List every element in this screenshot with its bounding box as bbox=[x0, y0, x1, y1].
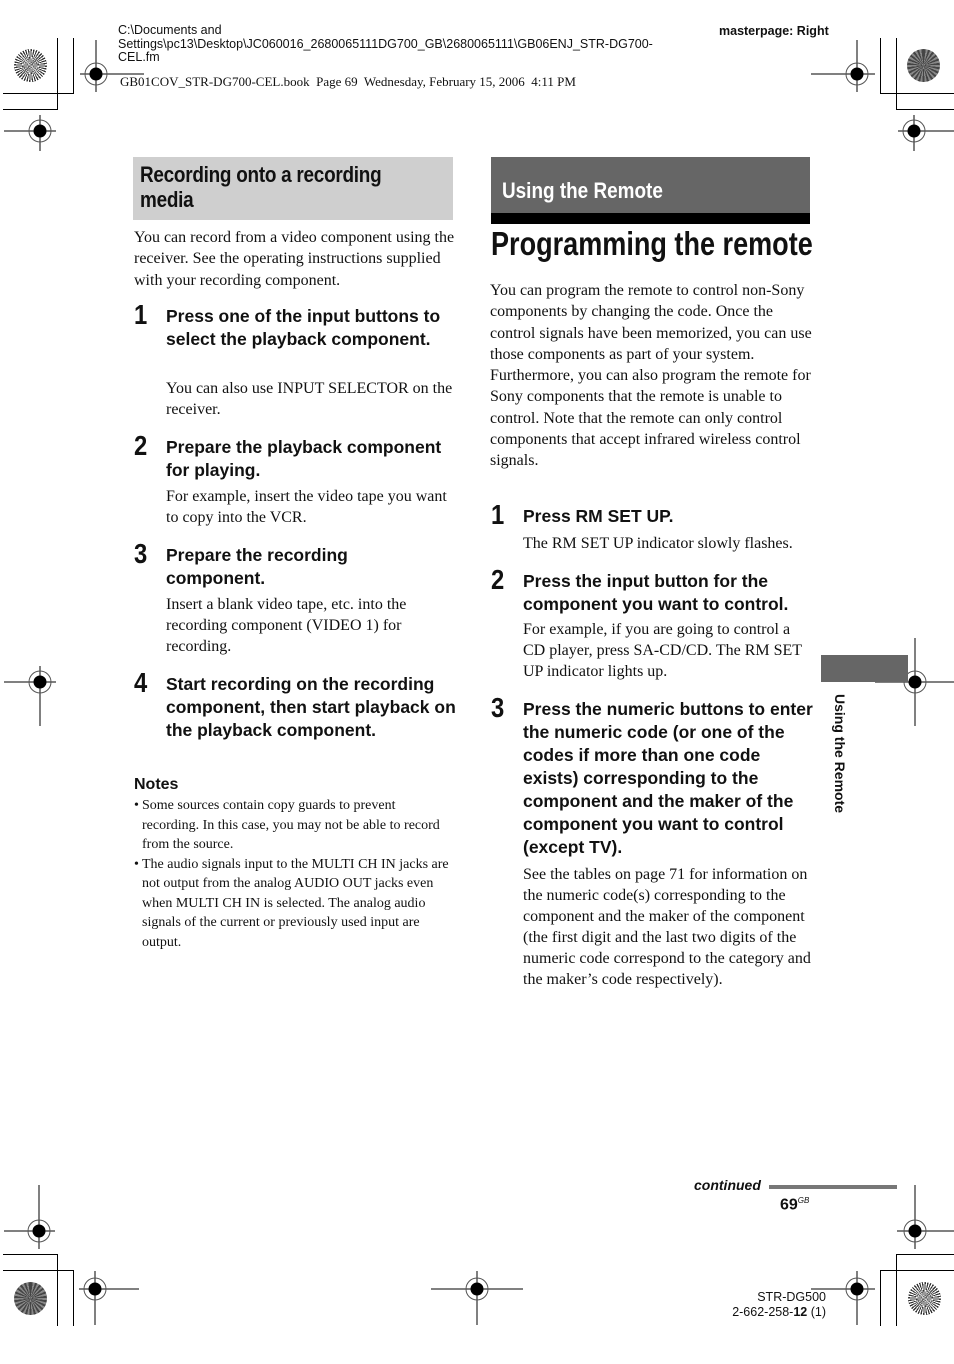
step-number: 3 bbox=[134, 538, 148, 569]
step-description: The RM SET UP indicator slowly flashes. bbox=[523, 535, 793, 552]
note-text: The audio signals input to the MULTI CH … bbox=[142, 856, 449, 950]
continued-bar bbox=[769, 1185, 897, 1189]
intro-paragraph: You can program the remote to control no… bbox=[490, 280, 812, 472]
step-number: 2 bbox=[491, 564, 505, 595]
step-description: For example, if you are going to control… bbox=[523, 621, 802, 680]
note-item: • Some sources contain copy guards to pr… bbox=[134, 796, 456, 855]
registration-mark-icon bbox=[897, 1185, 954, 1249]
chapter-tab-label: Using the Remote bbox=[832, 694, 848, 814]
step-title: Press the numeric buttons to enter the n… bbox=[523, 699, 813, 857]
notes-section: Notes • Some sources contain copy guards… bbox=[134, 776, 456, 952]
section-heading-recording: Recording onto a recording media bbox=[133, 157, 453, 220]
bullet-icon: • bbox=[134, 798, 139, 813]
registration-mark-icon bbox=[875, 638, 954, 726]
registration-mark-icon bbox=[80, 40, 144, 92]
bullet-icon: • bbox=[134, 856, 139, 872]
registration-mark-icon bbox=[811, 40, 875, 92]
step-number: 1 bbox=[134, 299, 148, 330]
step-description: Insert a blank video tape, etc. into the… bbox=[166, 596, 407, 655]
document-code: 2-662-258-12 (1) bbox=[732, 1305, 826, 1319]
step-title: Press the input button for the component… bbox=[523, 571, 789, 614]
registration-mark-icon bbox=[4, 1185, 55, 1249]
step-description: You can also use INPUT SELECTOR on the r… bbox=[166, 380, 453, 418]
model-info: STR-DG500 2-662-258-12 (1) bbox=[700, 1290, 826, 1320]
page-title: Programming the remote bbox=[491, 225, 813, 262]
step-title: Prepare the recording component. bbox=[166, 545, 348, 588]
registration-mark-icon bbox=[898, 115, 954, 151]
continued-label: continued bbox=[694, 1177, 761, 1193]
chapter-tab bbox=[821, 655, 908, 682]
intro-paragraph-2: Furthermore, you can also program the re… bbox=[490, 367, 811, 470]
intro-paragraph-1: You can program the remote to control no… bbox=[490, 282, 812, 363]
registration-mark-icon bbox=[431, 1271, 523, 1325]
page-number: 69GB bbox=[780, 1196, 810, 1214]
section-heading-using-remote: Using the Remote bbox=[491, 157, 810, 213]
step-number: 4 bbox=[134, 667, 148, 698]
registration-mark-icon bbox=[79, 1271, 139, 1325]
step-number: 3 bbox=[491, 692, 505, 723]
step-title: Press RM SET UP. bbox=[523, 506, 674, 526]
registration-mark-icon bbox=[4, 666, 56, 726]
step-number: 2 bbox=[134, 430, 148, 461]
step-number: 1 bbox=[491, 499, 505, 530]
step-title: Prepare the playback component for playi… bbox=[166, 437, 442, 480]
page-suffix: GB bbox=[797, 1196, 810, 1205]
section-heading-line: media bbox=[140, 187, 194, 212]
step-title: Start recording on the recording compone… bbox=[166, 674, 456, 740]
section-heading-line: Recording onto a recording bbox=[140, 162, 382, 187]
intro-paragraph: You can record from a video component us… bbox=[134, 229, 455, 289]
registration-mark-icon bbox=[4, 115, 56, 151]
step-description: See the tables on page 71 for informatio… bbox=[523, 866, 811, 988]
model-number: STR-DG500 bbox=[757, 1290, 826, 1304]
note-item: • The audio signals input to the MULTI C… bbox=[134, 855, 456, 953]
step-description: For example, insert the video tape you w… bbox=[166, 488, 447, 526]
note-text: Some sources contain copy guards to prev… bbox=[142, 798, 440, 852]
heading-rule bbox=[491, 213, 810, 224]
step-title: Press one of the input buttons to select… bbox=[166, 306, 441, 349]
notes-title: Notes bbox=[134, 776, 179, 793]
